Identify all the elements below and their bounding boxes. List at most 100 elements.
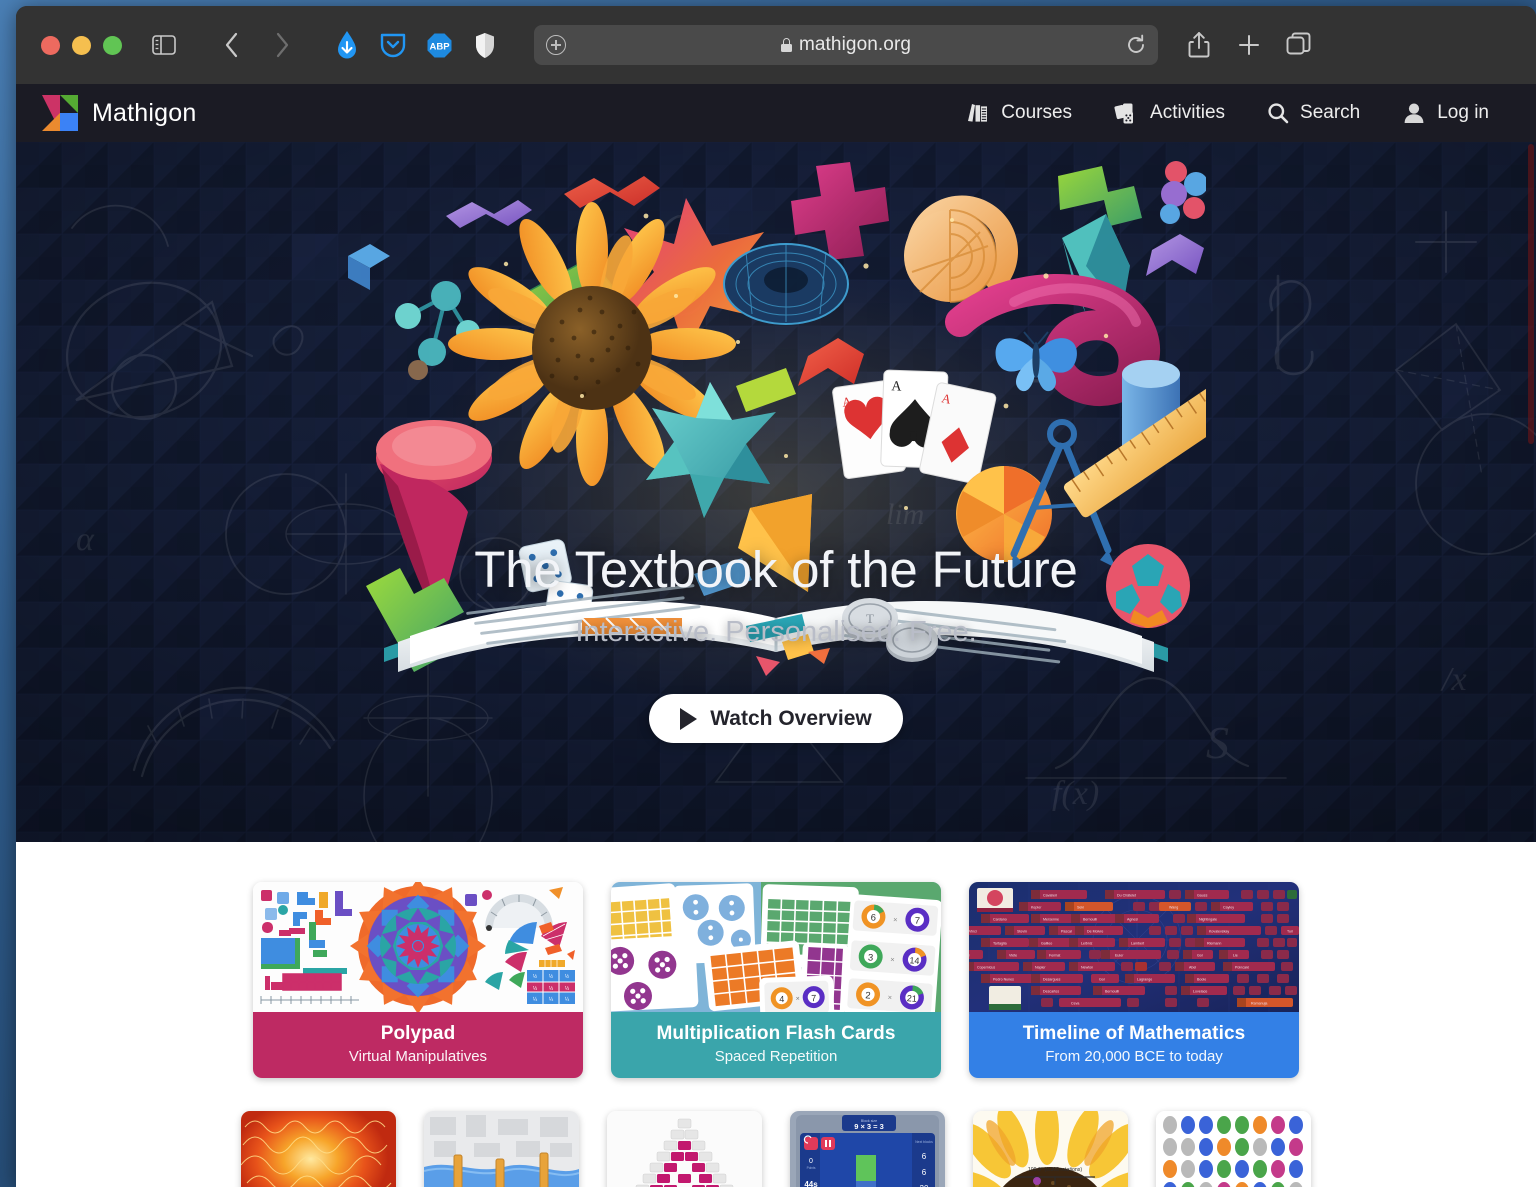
svg-text:Ramanuja: Ramanuja (1251, 1002, 1267, 1006)
nav-label-courses: Courses (1001, 102, 1073, 123)
svg-text:Newton: Newton (1081, 966, 1093, 970)
site-header: Mathigon Courses Activities Search Log i… (16, 84, 1536, 142)
svg-text:14: 14 (909, 955, 920, 966)
svg-text:Gol: Gol (1197, 954, 1203, 958)
new-tab-button[interactable] (1224, 22, 1274, 68)
svg-text:Gol: Gol (1099, 978, 1105, 982)
pascals-triangle-thumbnail (607, 1111, 762, 1187)
address-bar[interactable]: mathigon.org (534, 25, 1158, 65)
svg-text:Cardano: Cardano (993, 918, 1007, 922)
svg-text:6: 6 (922, 1168, 927, 1177)
url-text: mathigon.org (798, 34, 912, 55)
safari-window: ABP mathigon.org Mathigon Courses Activi… (16, 6, 1536, 1187)
svg-text:3: 3 (868, 952, 874, 963)
card-pascals-triangle[interactable] (607, 1111, 762, 1187)
brand-logo-link[interactable]: Mathigon (42, 95, 196, 131)
svg-text:Lie: Lie (1233, 954, 1238, 958)
cards-section: ½½½ ⅓⅓⅓ ¼¼¼ Polypad Virtual Manipulative… (16, 842, 1536, 1187)
svg-text:Leibniz: Leibniz (1081, 942, 1093, 946)
downloader-extension-icon[interactable] (327, 22, 367, 68)
books-icon (966, 102, 990, 124)
share-button[interactable] (1174, 22, 1224, 68)
svg-text:Vinci: Vinci (969, 930, 977, 934)
svg-text:Cayley: Cayley (1223, 906, 1234, 910)
svg-text:Ceva: Ceva (1071, 1002, 1079, 1006)
card-title: Polypad (380, 1023, 456, 1044)
watch-overview-button[interactable]: Watch Overview (649, 694, 903, 743)
reload-icon[interactable] (1126, 34, 1146, 56)
svg-text:Agnesi: Agnesi (1127, 918, 1138, 922)
card-subtitle: Virtual Manipulatives (348, 1048, 488, 1065)
svg-text:Galileo: Galileo (1041, 942, 1052, 946)
card-timeline-of-mathematics[interactable]: Cavalieri Du Châtelet Gauss Kepler Seki … (969, 882, 1299, 1078)
svg-text:Euler: Euler (1115, 954, 1124, 958)
window-controls (41, 35, 122, 55)
extension-toolbar: ABP (327, 22, 505, 68)
svg-text:Desargues: Desargues (1043, 978, 1061, 982)
svg-text:ABP: ABP (429, 41, 450, 52)
svg-text:Poincaré: Poincaré (1235, 966, 1249, 970)
nav-item-courses[interactable]: Courses (945, 84, 1093, 142)
card-sunflower-spiral[interactable]: 109.6° (0.305 rotations) (973, 1111, 1128, 1187)
reader-plus-icon[interactable] (546, 35, 566, 55)
svg-text:De Moivre: De Moivre (1087, 930, 1103, 934)
svg-text:109.6° (0.305 rotations): 109.6° (0.305 rotations) (1028, 1167, 1083, 1173)
svg-text:Copernicus: Copernicus (977, 966, 995, 970)
shield-extension-icon[interactable] (465, 22, 505, 68)
card-bridges-of-konigsberg[interactable] (424, 1111, 579, 1187)
card-title: Timeline of Mathematics (1022, 1023, 1246, 1044)
watch-overview-label: Watch Overview (710, 706, 872, 730)
nav-item-activities[interactable]: Activities (1093, 84, 1246, 142)
svg-text:×: × (890, 955, 895, 964)
multiplication-game-thumbnail: Block size 9 × 3 = 3 0 Points 44s Time (790, 1111, 945, 1187)
svg-text:Lambert: Lambert (1131, 942, 1144, 946)
card-subtitle: From 20,000 BCE to today (1045, 1048, 1223, 1065)
svg-text:Seki: Seki (1077, 906, 1084, 910)
svg-text:Pedro Nunes: Pedro Nunes (993, 978, 1014, 982)
card-multiplication-game[interactable]: Block size 9 × 3 = 3 0 Points 44s Time (790, 1111, 945, 1187)
svg-text:A: A (891, 379, 903, 394)
color-dots-grid-thumbnail (1156, 1111, 1311, 1187)
svg-text:Boole: Boole (1197, 978, 1206, 982)
card-caption-timeline: Timeline of Mathematics From 20,000 BCE … (969, 1012, 1299, 1078)
svg-text:Napier: Napier (1035, 966, 1046, 970)
mandelbrot-fractal-thumbnail (241, 1111, 396, 1187)
zoom-window-button[interactable] (103, 35, 122, 55)
forward-button[interactable] (257, 22, 307, 68)
card-multiplication-flash-cards[interactable]: 4 × 7 6 × 7 3 × 14 2 × 21 Multiplication… (611, 882, 941, 1078)
toolbar-right-actions (1174, 22, 1324, 68)
pocket-extension-icon[interactable] (373, 22, 413, 68)
cards-dice-icon (1114, 102, 1139, 125)
card-title: Multiplication Flash Cards (656, 1023, 896, 1044)
sidebar-icon[interactable] (139, 22, 189, 68)
svg-text:Du Châtelet: Du Châtelet (1117, 894, 1136, 898)
close-window-button[interactable] (41, 35, 60, 55)
svg-text:Viète: Viète (1009, 954, 1017, 958)
tab-overview-button[interactable] (1274, 22, 1324, 68)
svg-text:4: 4 (779, 994, 784, 1004)
card-color-dots-grid[interactable] (1156, 1111, 1311, 1187)
flash-cards-thumbnail: 4 × 7 6 × 7 3 × 14 2 × 21 (611, 882, 941, 1012)
svg-text:Nightingale: Nightingale (1199, 918, 1217, 922)
svg-text:Lagrange: Lagrange (1137, 978, 1152, 982)
svg-text:×: × (796, 996, 800, 1003)
sunflower-spiral-thumbnail: 109.6° (0.305 rotations) (973, 1111, 1128, 1187)
nav-item-login[interactable]: Log in (1381, 84, 1510, 142)
minimize-window-button[interactable] (72, 35, 91, 55)
hero-text: The Textbook of the Future Interactive. … (16, 540, 1536, 743)
svg-text:Bernoulli: Bernoulli (1083, 918, 1097, 922)
back-button[interactable] (207, 22, 257, 68)
page-scrollbar[interactable] (1528, 144, 1534, 444)
user-icon (1402, 102, 1426, 124)
hero-section: f(x) ∑ S α /x lim (16, 142, 1536, 842)
svg-text:6: 6 (870, 912, 876, 923)
card-polypad[interactable]: ½½½ ⅓⅓⅓ ¼¼¼ Polypad Virtual Manipulative… (253, 882, 583, 1078)
svg-text:6: 6 (922, 1152, 927, 1161)
nav-item-search[interactable]: Search (1246, 84, 1381, 142)
adblock-plus-extension-icon[interactable]: ABP (419, 22, 459, 68)
card-mandelbrot-fractal[interactable] (241, 1111, 396, 1187)
svg-text:Points: Points (807, 1166, 816, 1170)
svg-text:Tartaglia: Tartaglia (993, 942, 1007, 946)
card-caption-flash-cards: Multiplication Flash Cards Spaced Repeti… (611, 1012, 941, 1078)
search-icon (1267, 102, 1289, 124)
